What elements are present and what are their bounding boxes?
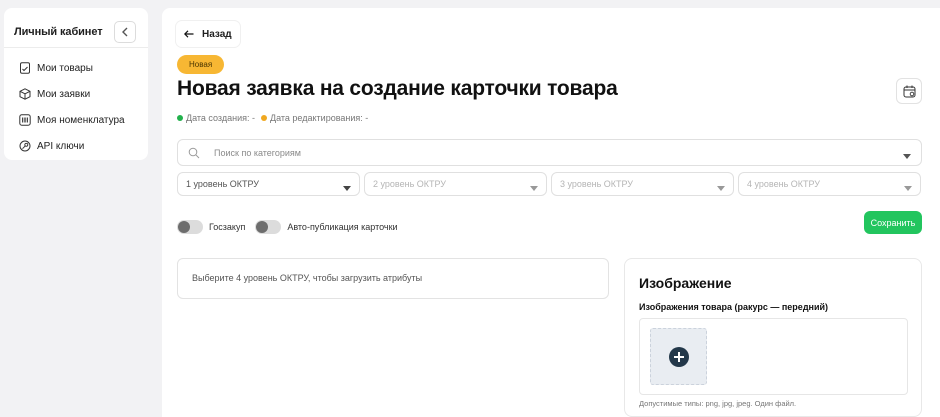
page-title: Новая заявка на создание карточки товара <box>177 77 618 100</box>
goszakup-label: Госзакуп <box>209 222 246 232</box>
sidebar-item-api-keys[interactable]: API ключи <box>4 133 148 159</box>
created-date: Дата создания: - <box>177 113 255 123</box>
sidebar: Личный кабинет Мои товары Мои заявки Моя… <box>4 8 148 160</box>
oktru-selectors: 1 уровень ОКТРУ 2 уровень ОКТРУ 3 уровен… <box>177 172 921 196</box>
edited-date-text: Дата редактирования: - <box>270 113 369 123</box>
sidebar-nav: Мои товары Мои заявки Моя номенклатура A… <box>4 48 148 159</box>
oktru-level-2-select[interactable]: 2 уровень ОКТРУ <box>364 172 547 196</box>
sidebar-item-my-nomenclature[interactable]: Моя номенклатура <box>4 107 148 133</box>
created-date-text: Дата создания: - <box>186 113 255 123</box>
select-placeholder: 2 уровень ОКТРУ <box>373 179 447 189</box>
goszakup-toggle[interactable] <box>177 220 203 234</box>
chevron-down-icon <box>904 183 912 193</box>
save-button[interactable]: Сохранить <box>864 211 922 234</box>
sidebar-item-label: Моя номенклатура <box>37 114 125 126</box>
image-panel-subtitle: Изображения товара (ракурс — передний) <box>639 302 829 312</box>
search-icon <box>188 147 200 159</box>
sidebar-item-my-products[interactable]: Мои товары <box>4 55 148 81</box>
chevron-left-icon <box>122 27 128 37</box>
oktru-level-1-select[interactable]: 1 уровень ОКТРУ <box>177 172 360 196</box>
sidebar-item-label: API ключи <box>37 140 85 152</box>
category-search-placeholder: Поиск по категориям <box>214 147 301 158</box>
select-placeholder: 1 уровень ОКТРУ <box>186 179 260 189</box>
category-search-input[interactable]: Поиск по категориям <box>177 139 922 166</box>
green-dot-icon <box>177 115 183 121</box>
image-panel-title: Изображение <box>639 275 732 291</box>
barcode-icon <box>18 113 32 127</box>
chevron-down-icon <box>717 183 725 193</box>
collapse-sidebar-button[interactable] <box>114 21 136 43</box>
allowed-types-hint: Допустимые типы: png, jpg, jpeg. Один фа… <box>639 399 797 408</box>
key-icon <box>18 139 32 153</box>
attributes-hint: Выберите 4 уровень ОКТРУ, чтобы загрузит… <box>192 273 423 283</box>
plus-circle-icon <box>668 346 689 367</box>
file-list-icon <box>18 61 32 75</box>
autopublish-label: Авто-публикация карточки <box>287 222 398 232</box>
main-panel: Назад Новая Новая заявка на создание кар… <box>162 8 940 417</box>
calendar-icon <box>903 85 915 97</box>
sidebar-item-label: Мои заявки <box>37 88 91 100</box>
toggles-row: Госзакуп Авто-публикация карточки <box>177 220 408 234</box>
chevron-down-icon <box>343 183 351 193</box>
oktru-level-3-select[interactable]: 3 уровень ОКТРУ <box>551 172 734 196</box>
calendar-button[interactable] <box>896 78 922 104</box>
select-placeholder: 3 уровень ОКТРУ <box>560 179 634 189</box>
edited-date: Дата редактирования: - <box>261 113 368 123</box>
sidebar-title: Личный кабинет <box>14 26 103 38</box>
upload-image-button[interactable] <box>650 328 707 385</box>
sidebar-item-label: Мои товары <box>37 62 93 74</box>
sidebar-header: Личный кабинет <box>4 8 148 48</box>
autopublish-toggle[interactable] <box>255 220 282 234</box>
back-button[interactable]: Назад <box>176 21 240 47</box>
dates-meta: Дата создания: - Дата редактирования: - <box>177 113 374 123</box>
chevron-down-icon <box>530 183 538 193</box>
back-label: Назад <box>202 28 232 40</box>
chevron-down-icon[interactable] <box>903 151 911 161</box>
sidebar-item-my-requests[interactable]: Мои заявки <box>4 81 148 107</box>
oktru-level-4-select[interactable]: 4 уровень ОКТРУ <box>738 172 921 196</box>
box-icon <box>18 87 32 101</box>
orange-dot-icon <box>261 115 267 121</box>
select-placeholder: 4 уровень ОКТРУ <box>747 179 821 189</box>
status-badge: Новая <box>177 55 225 74</box>
image-panel: Изображение Изображения товара (ракурс —… <box>624 258 922 417</box>
image-drop-zone[interactable] <box>639 318 908 395</box>
arrow-left-icon <box>184 30 194 38</box>
attributes-panel: Выберите 4 уровень ОКТРУ, чтобы загрузит… <box>177 258 609 299</box>
